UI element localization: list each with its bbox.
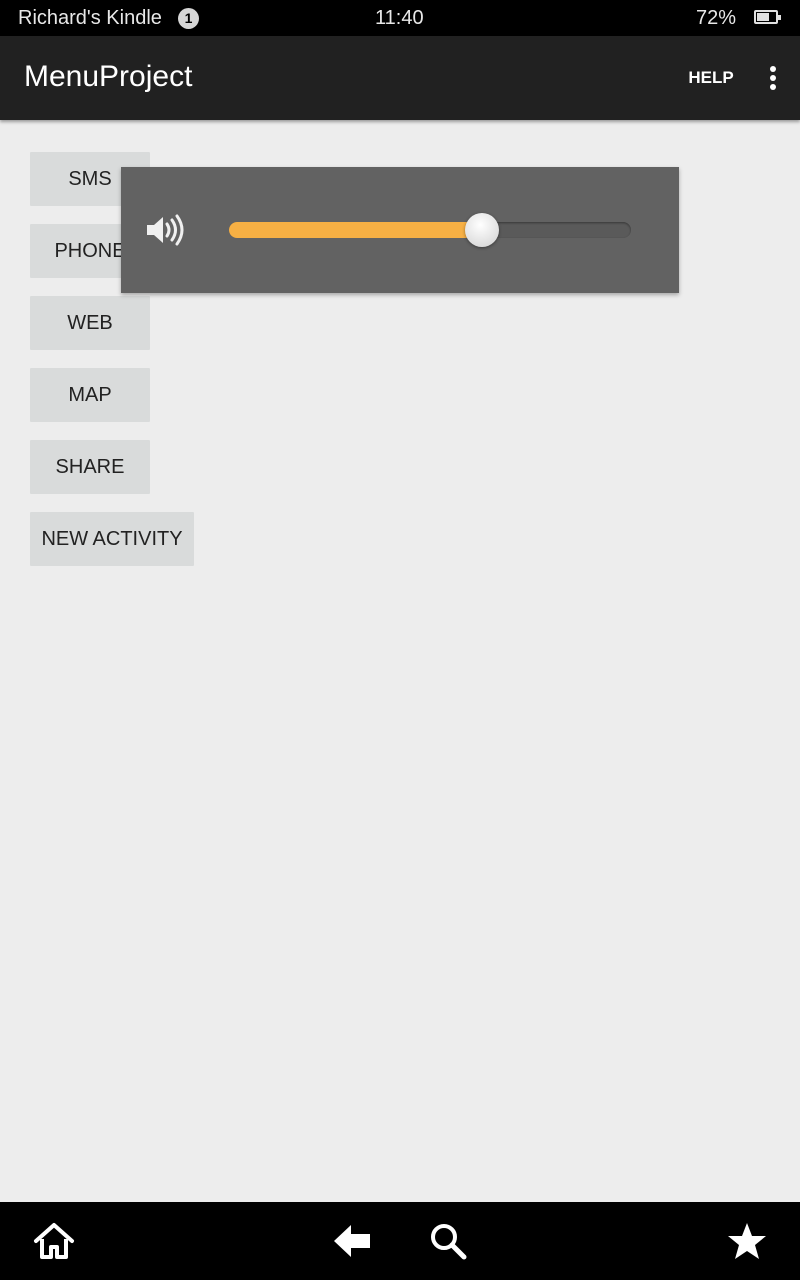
- nav-bar: [0, 1202, 800, 1280]
- notification-count-icon[interactable]: 1: [178, 8, 199, 29]
- home-icon[interactable]: [32, 1221, 76, 1266]
- action-bar: MenuProject HELP: [0, 36, 800, 120]
- volume-slider[interactable]: [229, 213, 631, 247]
- battery-percent: 72%: [696, 7, 737, 29]
- new-activity-button[interactable]: NEW ACTIVITY: [30, 512, 194, 566]
- volume-slider-fill: [229, 222, 483, 238]
- back-icon[interactable]: [332, 1221, 374, 1266]
- volume-slider-thumb[interactable]: [465, 213, 500, 247]
- help-button[interactable]: HELP: [672, 58, 750, 98]
- device-name: Richard's Kindle: [18, 7, 162, 29]
- clock: 11:40: [375, 7, 424, 29]
- battery-icon: [754, 10, 781, 24]
- share-button[interactable]: SHARE: [30, 440, 150, 494]
- web-button[interactable]: WEB: [30, 296, 150, 350]
- app-title: MenuProject: [24, 60, 193, 93]
- map-button[interactable]: MAP: [30, 368, 150, 422]
- status-bar: Richard's Kindle 1 11:40 72%: [0, 0, 800, 36]
- volume-overlay: [121, 167, 679, 293]
- favorites-star-icon[interactable]: [726, 1221, 768, 1266]
- speaker-volume-icon[interactable]: [145, 213, 185, 252]
- overflow-menu-icon[interactable]: [758, 60, 788, 96]
- search-icon[interactable]: [428, 1221, 468, 1266]
